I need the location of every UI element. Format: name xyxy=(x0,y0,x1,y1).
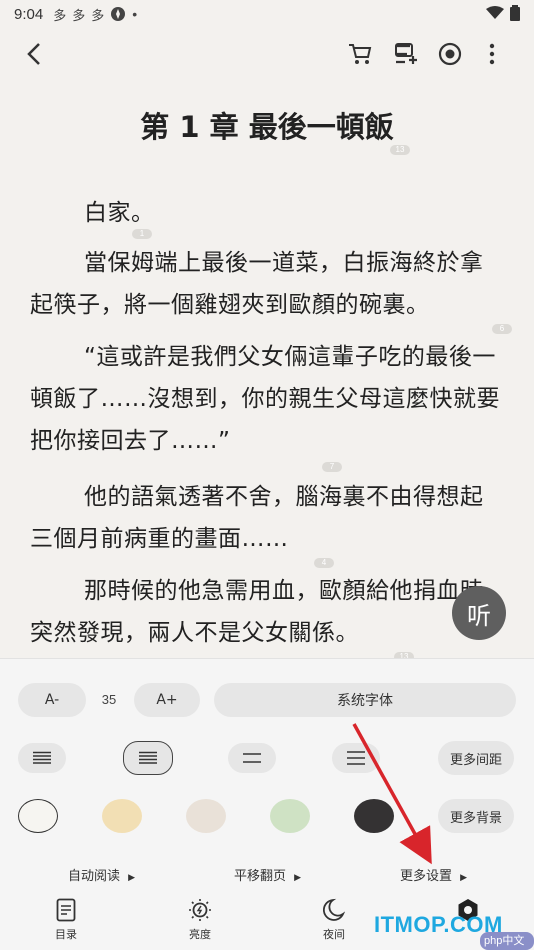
more-background-button[interactable]: 更多背景 xyxy=(438,799,514,833)
paragraph: “這或許是我們父女倆這輩子吃的最後一頓飯了……沒想到，你的親生父母這麼快就要把你… xyxy=(30,344,500,454)
paragraph-comment-badge[interactable]: 13 xyxy=(390,145,410,155)
more-vertical-icon xyxy=(489,43,495,65)
background-swatch-dark[interactable] xyxy=(354,799,394,833)
caret-right-icon: ▶ xyxy=(460,873,468,883)
notification-icon: 多 xyxy=(53,7,67,23)
line-spacing-loose-icon xyxy=(243,753,261,763)
add-to-shelf-button[interactable] xyxy=(386,34,426,74)
paragraph: 當保姆端上最後一道菜，白振海終於拿起筷子，將一個雞翅夾到歐顏的碗裏。 xyxy=(30,250,484,318)
listen-button[interactable]: 听 xyxy=(452,586,506,640)
nav-brightness[interactable]: 亮度 xyxy=(170,898,230,942)
spacing-normal-button[interactable] xyxy=(123,741,173,775)
background-swatch-beige[interactable] xyxy=(186,799,226,833)
nav-label: 亮度 xyxy=(189,928,211,941)
brightness-icon xyxy=(189,899,211,921)
spacing-loose-button[interactable] xyxy=(228,743,276,773)
battery-icon xyxy=(510,5,520,21)
cart-icon xyxy=(349,44,372,64)
auto-read-link[interactable]: 自动阅读 ▶ xyxy=(68,865,135,884)
line-spacing-dense-icon xyxy=(33,751,51,764)
paragraph: 他的語氣透著不舍，腦海裏不由得想起三個月前病重的畫面…… xyxy=(30,484,484,552)
playlist-add-icon xyxy=(395,43,417,64)
more-options-button[interactable] xyxy=(472,34,512,74)
notification-icon: 多 xyxy=(91,7,105,23)
back-arrow-icon xyxy=(27,43,40,65)
font-family-button[interactable]: 系统字体 xyxy=(214,683,516,717)
record-button[interactable] xyxy=(430,34,470,74)
page-turn-label: 平移翻页 xyxy=(234,869,287,884)
status-time: 9:04 xyxy=(14,5,44,23)
page-turn-link[interactable]: 平移翻页 ▶ xyxy=(234,865,301,884)
background-swatch-green[interactable] xyxy=(270,799,310,833)
more-notifications-dot: • xyxy=(132,6,138,22)
background-swatch-white[interactable] xyxy=(18,799,58,833)
paragraph-comment-badge[interactable]: 4 xyxy=(314,558,334,568)
back-button[interactable] xyxy=(14,34,54,74)
more-spacing-button[interactable]: 更多间距 xyxy=(438,741,514,775)
cart-button[interactable] xyxy=(340,34,380,74)
wifi-icon xyxy=(486,6,504,19)
paragraph-comment-badge[interactable]: 1 xyxy=(132,229,152,239)
paragraph-comment-badge[interactable]: 6 xyxy=(492,324,512,334)
more-settings-link[interactable]: 更多设置 ▶ xyxy=(400,865,467,884)
notification-icon: 多 xyxy=(72,7,86,23)
watermark-badge: php中文网 xyxy=(480,932,534,950)
line-spacing-wide-icon xyxy=(347,751,365,765)
paragraph: 那時候的他急需用血，歐顏給他捐血時突然發現，兩人不是父女關係。 xyxy=(30,578,484,646)
table-of-contents-icon xyxy=(56,898,76,922)
reader-content[interactable]: 第 1 章 最後一頓飯 13 白家。 1 當保姆端上最後一道菜，白振海終於拿起筷… xyxy=(0,80,534,658)
spacing-wide-button[interactable] xyxy=(332,743,380,773)
paragraph-comment-badge[interactable]: 7 xyxy=(322,462,342,472)
paragraph: 白家。 xyxy=(84,200,155,226)
nav-label: 目录 xyxy=(55,928,77,941)
reader-toolbar xyxy=(0,28,534,80)
more-settings-label: 更多设置 xyxy=(400,869,453,884)
spacing-dense-button[interactable] xyxy=(18,743,66,773)
font-size-value: 35 xyxy=(101,692,117,707)
nav-table-of-contents[interactable]: 目录 xyxy=(36,898,96,942)
app-notification-icon xyxy=(111,7,126,21)
font-decrease-button[interactable]: A- xyxy=(18,683,86,717)
background-swatch-yellow[interactable] xyxy=(102,799,142,833)
nav-night-mode[interactable]: 夜间 xyxy=(304,898,364,942)
chapter-title: 第 1 章 最後一頓飯 xyxy=(140,110,394,144)
nav-label: 夜间 xyxy=(323,928,345,941)
target-icon xyxy=(438,42,462,66)
caret-right-icon: ▶ xyxy=(294,873,302,883)
status-bar: 9:04 多 多 多 • xyxy=(0,0,534,28)
night-mode-icon xyxy=(323,898,345,921)
font-increase-button[interactable]: A+ xyxy=(134,683,200,717)
line-spacing-normal-icon xyxy=(139,751,157,764)
caret-right-icon: ▶ xyxy=(128,873,136,883)
auto-read-label: 自动阅读 xyxy=(68,869,121,884)
